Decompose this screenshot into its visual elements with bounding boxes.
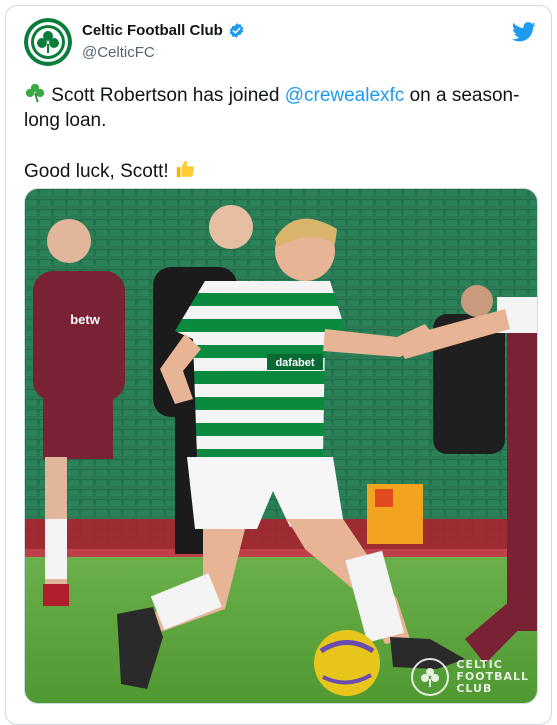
celtic-crest-watermark-icon <box>411 658 450 696</box>
tweet-text: Scott Robertson has joined @crewealexfc … <box>24 82 534 184</box>
verified-badge-icon <box>229 23 244 38</box>
avatar[interactable] <box>24 18 72 66</box>
watermark-line-3: CLUB <box>456 682 493 695</box>
author-handle[interactable]: @CelticFC <box>82 44 155 61</box>
author-name[interactable]: Celtic Football Club <box>82 22 223 39</box>
thumbs-up-icon <box>176 160 194 178</box>
tweet-card[interactable]: Celtic Football Club @CelticFC Scott Rob… <box>5 5 552 725</box>
opponent-sponsor: betw <box>70 312 101 327</box>
celtic-crest-icon <box>24 18 72 66</box>
club-watermark: CELTIC FOOTBALL CLUB <box>410 657 529 697</box>
shirt-sponsor: dafabet <box>275 357 314 369</box>
shamrock-icon <box>25 83 45 103</box>
match-photo: dafabet betw <box>25 189 537 703</box>
twitter-bird-icon[interactable] <box>512 22 536 42</box>
tweet-line2: Good luck, Scott! <box>24 161 169 182</box>
mention-link[interactable]: @crewealexfc <box>285 85 405 106</box>
tweet-line1-a: Scott Robertson has joined <box>51 85 285 106</box>
tweet-photo[interactable]: dafabet betw CELTIC FOOTBALL CLUB <box>24 188 538 704</box>
